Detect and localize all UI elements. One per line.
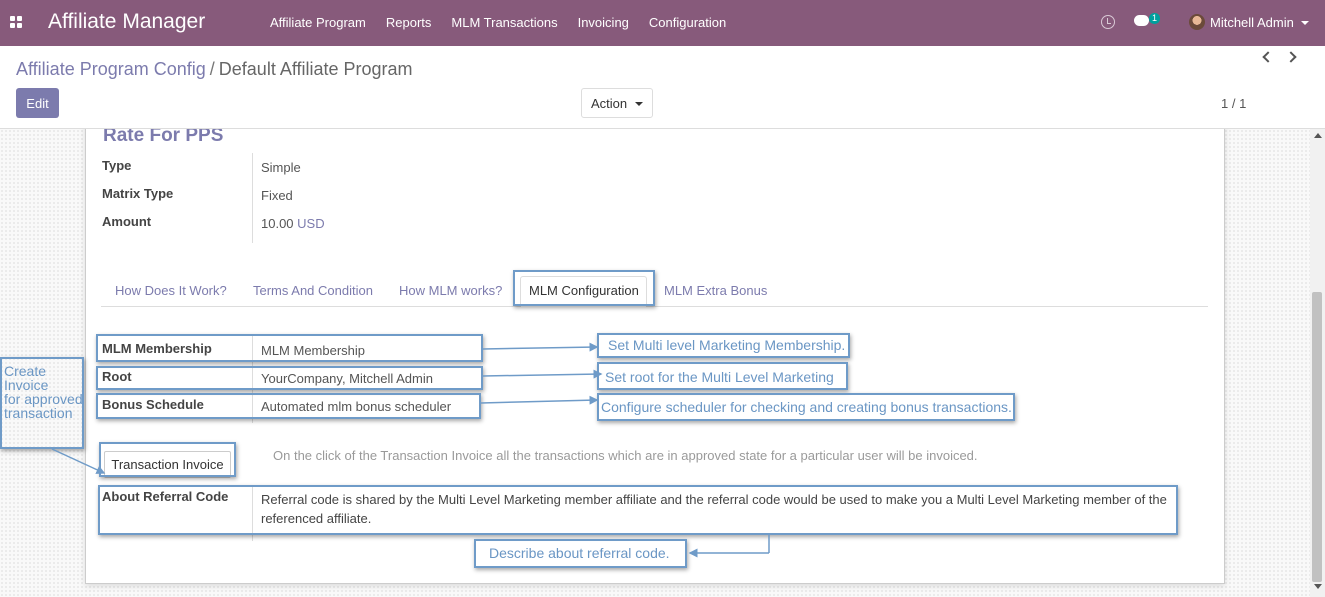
menu-item-invoicing[interactable]: Invoicing — [578, 15, 629, 30]
menu-item-affiliate-program[interactable]: Affiliate Program — [270, 15, 366, 30]
amount-value: 10.00 — [261, 216, 294, 231]
control-panel: Affiliate Program Config / Default Affilia… — [0, 46, 1325, 129]
note-line: Invoice — [4, 377, 49, 393]
annotation-note-bonus: Configure scheduler for checking and cre… — [601, 399, 1012, 415]
action-label: Action — [591, 95, 628, 111]
note-line: transaction — [4, 405, 73, 421]
amount-currency[interactable]: USD — [297, 216, 324, 231]
app-title: Affiliate Manager — [48, 10, 206, 33]
field-separator — [252, 153, 253, 243]
matrix-type-label: Matrix Type — [102, 186, 174, 201]
annotation-note-referral: Describe about referral code. — [489, 545, 670, 561]
breadcrumb-separator: / — [209, 59, 215, 79]
activity-clock-icon[interactable] — [1101, 15, 1115, 29]
breadcrumb: Affiliate Program Config / Default Affilia… — [16, 59, 413, 80]
tab-terms-and-condition[interactable]: Terms And Condition — [253, 283, 373, 298]
tab-how-does-it-work[interactable]: How Does It Work? — [115, 283, 227, 298]
apps-menu-icon[interactable] — [10, 16, 22, 28]
type-value: Simple — [261, 160, 301, 175]
type-label: Type — [102, 158, 132, 173]
caret-down-icon — [635, 102, 643, 106]
annotation-note-membership: Set Multi level Marketing Membership. — [608, 337, 846, 353]
edit-button[interactable]: Edit — [16, 88, 59, 118]
breadcrumb-current: Default Affiliate Program — [218, 59, 413, 79]
annotation-box-membership — [96, 334, 483, 362]
chat-badge: 1 — [1149, 13, 1161, 24]
avatar[interactable] — [1189, 14, 1205, 30]
chevron-down-icon[interactable] — [1301, 21, 1309, 25]
annotation-box-root — [96, 366, 483, 390]
menu-item-reports[interactable]: Reports — [386, 15, 432, 30]
tab-how-mlm-works[interactable]: How MLM works? — [399, 283, 502, 298]
scroll-down-icon[interactable] — [1314, 584, 1322, 589]
annotation-note-invoice: Create Invoice for approved transaction — [4, 364, 83, 420]
action-dropdown[interactable]: Action — [581, 88, 653, 118]
menu-item-configuration[interactable]: Configuration — [649, 15, 726, 30]
pager-value: 1 / 1 — [1221, 96, 1247, 111]
annotation-box-invoice-button — [99, 442, 236, 477]
user-menu[interactable]: Mitchell Admin — [1210, 15, 1294, 30]
annotation-box-tab — [513, 270, 655, 306]
annotation-note-root: Set root for the Multi Level Marketing — [605, 369, 834, 385]
annotation-box-bonus — [96, 393, 481, 419]
transaction-invoice-help: On the click of the Transaction Invoice … — [273, 448, 978, 463]
breadcrumb-parent[interactable]: Affiliate Program Config — [16, 59, 206, 79]
section-title: Rate For PPS — [103, 129, 224, 146]
amount-label: Amount — [102, 214, 152, 229]
amount-field: 10.00 USD — [261, 216, 325, 231]
top-navbar: Affiliate Manager Affiliate Program Repo… — [0, 0, 1325, 46]
note-line: Create — [4, 363, 47, 379]
main-menu: Affiliate Program Reports MLM Transactio… — [270, 15, 746, 30]
scrollbar-thumb[interactable] — [1312, 292, 1322, 582]
note-line: for approved — [4, 391, 83, 407]
chat-icon[interactable] — [1134, 15, 1149, 26]
matrix-type-value: Fixed — [261, 188, 293, 203]
scroll-up-icon[interactable] — [1314, 133, 1322, 138]
tab-mlm-extra-bonus[interactable]: MLM Extra Bonus — [664, 283, 767, 298]
form-view: Rate For PPS Type Simple Matrix Type Fix… — [0, 129, 1325, 597]
menu-item-mlm-transactions[interactable]: MLM Transactions — [451, 15, 557, 30]
tabs-divider — [101, 306, 1208, 307]
annotation-box-referral — [98, 485, 1178, 535]
